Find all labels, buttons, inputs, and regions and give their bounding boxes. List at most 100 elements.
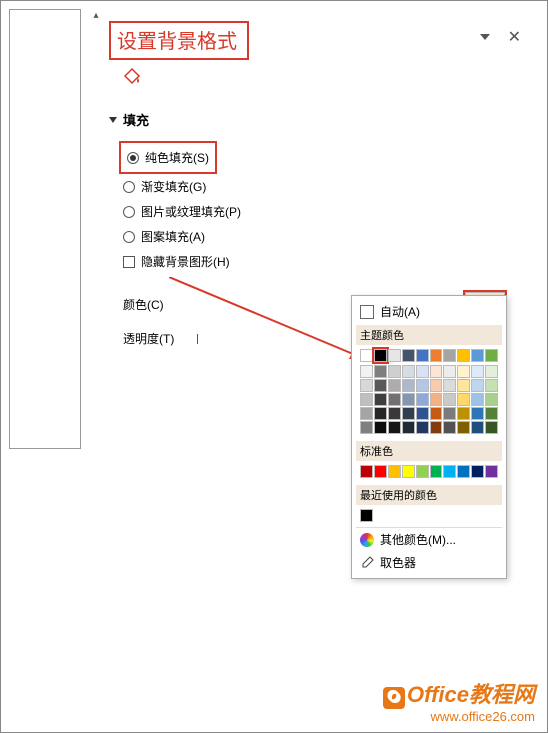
radio-icon	[127, 152, 139, 164]
color-swatch[interactable]	[485, 421, 498, 434]
color-swatch[interactable]	[402, 393, 415, 406]
color-swatch[interactable]	[457, 365, 470, 378]
color-swatch[interactable]	[360, 379, 373, 392]
color-swatch[interactable]	[374, 393, 387, 406]
color-swatch[interactable]	[443, 465, 456, 478]
panel-menu-caret-icon[interactable]	[480, 34, 490, 40]
color-swatch[interactable]	[416, 379, 429, 392]
color-swatch[interactable]	[402, 349, 415, 362]
color-swatch[interactable]	[457, 349, 470, 362]
color-swatch[interactable]	[430, 407, 443, 420]
color-swatch[interactable]	[374, 421, 387, 434]
standard-color-grid	[356, 461, 502, 483]
color-swatch[interactable]	[443, 379, 456, 392]
standard-colors-label: 标准色	[356, 441, 502, 461]
color-swatch[interactable]	[388, 349, 401, 362]
collapse-arrow-icon[interactable]	[109, 117, 117, 123]
color-swatch[interactable]	[374, 365, 387, 378]
color-swatch[interactable]	[430, 393, 443, 406]
fill-section-title: 填充	[123, 110, 149, 129]
color-swatch[interactable]	[485, 465, 498, 478]
color-swatch[interactable]	[457, 393, 470, 406]
solid-fill-option[interactable]: 纯色填充(S)	[127, 145, 209, 170]
color-swatch[interactable]	[471, 465, 484, 478]
slide-thumbnail-rail	[9, 9, 81, 449]
color-swatch[interactable]	[402, 365, 415, 378]
color-swatch[interactable]	[388, 379, 401, 392]
fill-bucket-icon[interactable]	[121, 66, 537, 88]
color-swatch[interactable]	[416, 365, 429, 378]
color-swatch[interactable]	[374, 465, 387, 478]
color-swatch[interactable]	[360, 365, 373, 378]
color-swatch[interactable]	[360, 465, 373, 478]
color-swatch[interactable]	[402, 379, 415, 392]
color-swatch[interactable]	[416, 421, 429, 434]
color-swatch[interactable]	[388, 407, 401, 420]
transparency-slider[interactable]	[197, 334, 203, 344]
color-swatch[interactable]	[360, 393, 373, 406]
color-swatch[interactable]	[471, 365, 484, 378]
color-swatch[interactable]	[485, 407, 498, 420]
color-swatch[interactable]	[457, 421, 470, 434]
hide-background-option[interactable]: 隐藏背景图形(H)	[123, 249, 537, 274]
color-swatch[interactable]	[457, 407, 470, 420]
color-swatch[interactable]	[471, 349, 484, 362]
color-swatch[interactable]	[430, 365, 443, 378]
color-swatch[interactable]	[443, 365, 456, 378]
color-swatch[interactable]	[471, 393, 484, 406]
color-swatch[interactable]	[374, 407, 387, 420]
color-swatch[interactable]	[485, 349, 498, 362]
color-swatch[interactable]	[416, 393, 429, 406]
color-swatch[interactable]	[360, 407, 373, 420]
auto-label: 自动(A)	[380, 303, 420, 320]
panel-title-highlight: 设置背景格式	[109, 21, 249, 60]
color-swatch[interactable]	[360, 509, 373, 522]
option-label: 图片或纹理填充(P)	[141, 203, 241, 220]
logo-icon: O	[383, 687, 405, 709]
color-swatch[interactable]	[402, 421, 415, 434]
color-swatch[interactable]	[360, 349, 373, 362]
color-swatch[interactable]	[388, 421, 401, 434]
color-swatch[interactable]	[430, 421, 443, 434]
color-swatch[interactable]	[443, 393, 456, 406]
pattern-fill-option[interactable]: 图案填充(A)	[123, 224, 537, 249]
color-swatch[interactable]	[443, 421, 456, 434]
color-swatch[interactable]	[402, 407, 415, 420]
color-label: 颜色(C)	[123, 296, 193, 313]
color-swatch[interactable]	[443, 407, 456, 420]
auto-color-option[interactable]: 自动(A)	[356, 300, 502, 323]
color-swatch[interactable]	[430, 379, 443, 392]
auto-swatch-icon	[360, 305, 374, 319]
color-swatch[interactable]	[416, 465, 429, 478]
color-swatch[interactable]	[457, 379, 470, 392]
color-swatch[interactable]	[402, 465, 415, 478]
recent-color-grid	[356, 505, 502, 527]
color-swatch[interactable]	[430, 349, 443, 362]
color-swatch[interactable]	[471, 379, 484, 392]
theme-colors-label: 主题颜色	[356, 325, 502, 345]
picture-fill-option[interactable]: 图片或纹理填充(P)	[123, 199, 537, 224]
close-icon[interactable]: ✕	[508, 27, 521, 47]
color-swatch[interactable]	[471, 421, 484, 434]
color-swatch[interactable]	[388, 393, 401, 406]
gradient-fill-option[interactable]: 渐变填充(G)	[123, 174, 537, 199]
color-swatch[interactable]	[443, 349, 456, 362]
color-swatch[interactable]	[485, 379, 498, 392]
color-swatch[interactable]	[360, 421, 373, 434]
color-swatch[interactable]	[374, 349, 387, 362]
color-swatch[interactable]	[471, 407, 484, 420]
color-swatch[interactable]	[388, 365, 401, 378]
eyedropper-option[interactable]: 取色器	[356, 551, 502, 574]
more-colors-option[interactable]: 其他颜色(M)...	[356, 527, 502, 551]
color-swatch[interactable]	[485, 365, 498, 378]
color-swatch[interactable]	[416, 407, 429, 420]
color-swatch[interactable]	[388, 465, 401, 478]
color-swatch[interactable]	[430, 465, 443, 478]
color-swatch[interactable]	[457, 465, 470, 478]
color-swatch[interactable]	[485, 393, 498, 406]
color-swatch[interactable]	[416, 349, 429, 362]
color-swatch[interactable]	[374, 379, 387, 392]
watermark-url: www.office26.com	[383, 709, 535, 724]
color-picker-popup: 自动(A) 主题颜色 标准色 最近使用的颜色 其他颜色(M)... 取色器	[351, 295, 507, 579]
scroll-up-icon[interactable]: ▴	[89, 9, 103, 23]
